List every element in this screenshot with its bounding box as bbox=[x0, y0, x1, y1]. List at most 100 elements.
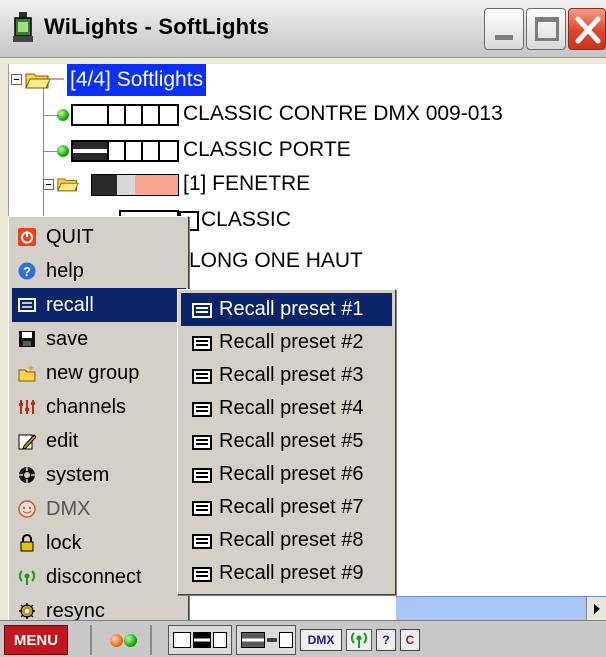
menu-item-system[interactable]: system bbox=[12, 458, 186, 492]
menu-item-label: QUIT bbox=[46, 226, 94, 248]
submenu-item-recall-preset-3[interactable]: Recall preset #3 bbox=[181, 359, 392, 392]
preset-icon bbox=[192, 534, 212, 549]
status-led-icon bbox=[57, 109, 69, 121]
menu-item-edit[interactable]: edit bbox=[12, 424, 186, 458]
tree-item[interactable]: CLASSIC CONTRE DMX 009-013 bbox=[183, 98, 503, 130]
submenu-item-recall-preset-9[interactable]: Recall preset #9 bbox=[181, 557, 392, 590]
status-separator bbox=[90, 625, 92, 655]
wireless-button[interactable] bbox=[346, 629, 372, 651]
menu-item-label: system bbox=[46, 464, 110, 486]
menu-item-label: help bbox=[46, 260, 84, 282]
channel-strip bbox=[71, 104, 179, 126]
preset-icon bbox=[192, 501, 212, 516]
open-folder-icon bbox=[57, 178, 79, 192]
menu-item-channels[interactable]: channels bbox=[12, 390, 186, 424]
group-color-strip bbox=[91, 174, 179, 196]
menu-item-label: DMX bbox=[46, 498, 91, 520]
submenu-item-label: Recall preset #7 bbox=[219, 496, 364, 518]
svg-text:?: ? bbox=[23, 264, 31, 279]
minimize-button[interactable] bbox=[484, 8, 524, 50]
tree-item[interactable]: CLASSIC PORTE bbox=[183, 134, 351, 166]
main-menu[interactable]: QUIT ? help recall save new group channe… bbox=[8, 216, 189, 624]
tree-item[interactable]: [1] FENETRE bbox=[183, 168, 310, 200]
submenu-item-label: Recall preset #9 bbox=[219, 562, 364, 584]
menu-item-lock[interactable]: lock bbox=[12, 526, 186, 560]
dmx-button[interactable]: DMX bbox=[300, 629, 342, 651]
edit-icon bbox=[18, 434, 36, 450]
submenu-item-recall-preset-7[interactable]: Recall preset #7 bbox=[181, 491, 392, 524]
system-icon bbox=[19, 467, 35, 483]
maximize-button[interactable] bbox=[526, 8, 566, 50]
tree-item[interactable]: LONG ONE HAUT bbox=[189, 245, 363, 277]
preset-icon bbox=[192, 567, 212, 582]
menu-item-label: save bbox=[46, 328, 89, 350]
app-lamp-icon bbox=[13, 12, 33, 42]
maximize-icon bbox=[535, 17, 559, 41]
tree-connector bbox=[43, 115, 57, 116]
view-groups-button[interactable] bbox=[236, 625, 296, 655]
recall-icon bbox=[18, 298, 36, 312]
resync-icon bbox=[19, 603, 35, 619]
menu-item-help[interactable]: ? help bbox=[12, 254, 186, 288]
save-icon bbox=[19, 331, 35, 347]
tree-root-label[interactable]: [4/4] Softlights bbox=[67, 64, 207, 96]
help-icon: ? bbox=[18, 262, 36, 280]
preset-icon bbox=[192, 435, 212, 450]
submenu-item-recall-preset-5[interactable]: Recall preset #5 bbox=[181, 425, 392, 458]
preset-icon bbox=[192, 336, 212, 351]
preset-icon bbox=[192, 402, 212, 417]
status-separator bbox=[150, 625, 152, 655]
submenu-item-label: Recall preset #1 bbox=[219, 298, 364, 320]
disconnect-icon bbox=[18, 570, 36, 585]
status-bar: MENU DMX ? C bbox=[0, 620, 606, 657]
submenu-item-recall-preset-1[interactable]: Recall preset #1 bbox=[181, 293, 392, 326]
menu-item-save[interactable]: save bbox=[12, 322, 186, 356]
window-title: WiLights - SoftLights bbox=[44, 14, 270, 39]
submenu-item-recall-preset-6[interactable]: Recall preset #6 bbox=[181, 458, 392, 491]
channel-strip bbox=[71, 140, 179, 162]
menu-item-label: resync bbox=[46, 600, 105, 622]
help-button[interactable]: ? bbox=[376, 629, 396, 651]
submenu-item-label: Recall preset #4 bbox=[219, 397, 364, 419]
app-window: WiLights - SoftLights [4/4] Softlights C… bbox=[0, 0, 606, 657]
lock-icon bbox=[20, 534, 34, 552]
menu-item-dmx[interactable]: DMX bbox=[12, 492, 186, 526]
menu-item-quit[interactable]: QUIT bbox=[12, 220, 186, 254]
tree-connector bbox=[43, 151, 57, 152]
view-channels-button[interactable] bbox=[168, 625, 232, 655]
submenu-item-label: Recall preset #3 bbox=[219, 364, 364, 386]
quit-icon bbox=[18, 228, 36, 246]
recall-submenu[interactable]: Recall preset #1 Recall preset #2 Recall… bbox=[177, 289, 396, 595]
menu-item-new-group[interactable]: new group bbox=[12, 356, 186, 390]
dmx-icon bbox=[18, 500, 36, 518]
status-led-icon bbox=[57, 145, 69, 157]
submenu-item-recall-preset-2[interactable]: Recall preset #2 bbox=[181, 326, 392, 359]
scroll-right-icon[interactable] bbox=[586, 597, 606, 620]
submenu-item-recall-preset-8[interactable]: Recall preset #8 bbox=[181, 524, 392, 557]
menu-button[interactable]: MENU bbox=[4, 625, 68, 655]
status-orange-led-icon bbox=[110, 634, 123, 647]
menu-item-recall[interactable]: recall bbox=[12, 288, 186, 322]
submenu-item-label: Recall preset #8 bbox=[219, 529, 364, 551]
menu-item-label: channels bbox=[46, 396, 127, 418]
menu-item-label: edit bbox=[46, 430, 79, 452]
title-bar[interactable]: WiLights - SoftLights bbox=[0, 0, 606, 58]
preset-icon bbox=[192, 369, 212, 384]
collapse-toggle[interactable] bbox=[43, 179, 54, 190]
close-button[interactable] bbox=[568, 8, 606, 50]
submenu-item-label: Recall preset #6 bbox=[219, 463, 364, 485]
collapse-toggle[interactable] bbox=[11, 74, 22, 85]
new-group-icon bbox=[18, 365, 36, 382]
tree-item[interactable]: CLASSIC bbox=[201, 204, 291, 236]
menu-item-disconnect[interactable]: disconnect bbox=[12, 560, 186, 594]
menu-item-label: recall bbox=[46, 294, 94, 316]
menu-item-label: new group bbox=[46, 362, 140, 384]
menu-item-label: disconnect bbox=[46, 566, 142, 588]
status-green-led-icon bbox=[124, 634, 137, 647]
preset-icon bbox=[192, 303, 212, 318]
submenu-item-label: Recall preset #2 bbox=[219, 331, 364, 353]
c-button[interactable]: C bbox=[400, 629, 420, 651]
channels-icon bbox=[19, 400, 35, 414]
horizontal-scrollbar[interactable] bbox=[396, 596, 606, 620]
submenu-item-recall-preset-4[interactable]: Recall preset #4 bbox=[181, 392, 392, 425]
